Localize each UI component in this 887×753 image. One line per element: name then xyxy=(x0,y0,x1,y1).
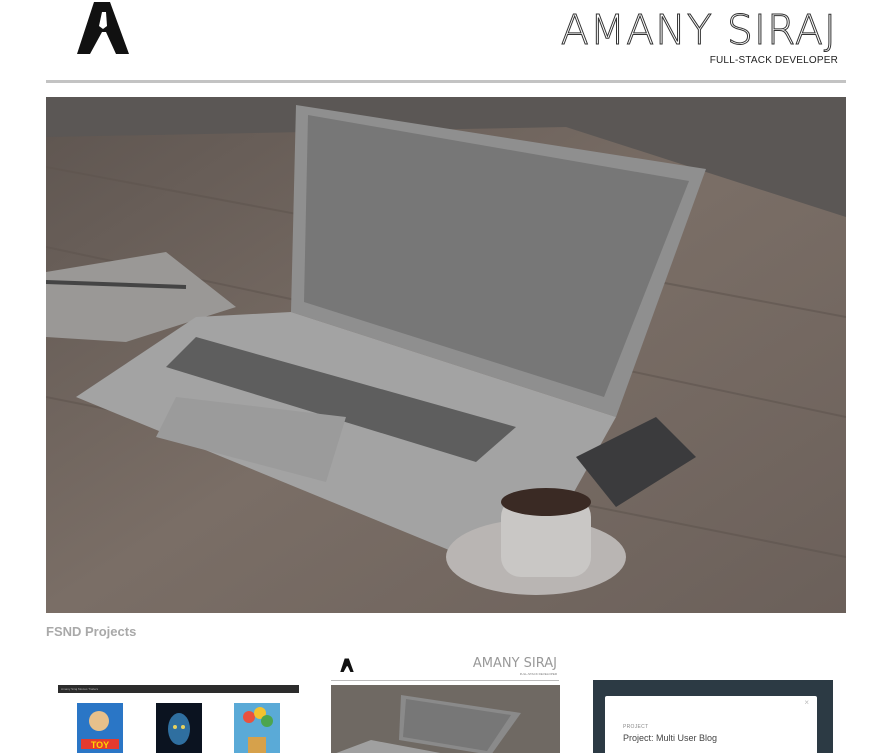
project-card-portfolio[interactable]: AMANY SIRAJ FULL-STACK DEVELOPER xyxy=(330,652,560,753)
logo-icon-small xyxy=(340,658,354,672)
project-card-movies[interactable]: Amany Siraj Movies Trailers TOY xyxy=(58,652,300,753)
site-name: AMANY SIRAJ xyxy=(560,6,837,55)
hero-image xyxy=(46,97,846,613)
portfolio-hero-thumb xyxy=(331,685,560,753)
blog-title: Project: Multi User Blog xyxy=(623,733,718,743)
blog-kicker: PROJECT xyxy=(623,724,649,730)
portfolio-subtitle: FULL-STACK DEVELOPER xyxy=(519,672,557,676)
poster-up[interactable] xyxy=(234,703,280,753)
blog-modal: × PROJECT Project: Multi User Blog xyxy=(605,696,817,753)
poster-avatar[interactable] xyxy=(156,703,202,753)
logo-icon[interactable] xyxy=(72,0,134,58)
portfolio-divider xyxy=(331,680,559,681)
poster-toy-story[interactable]: TOY xyxy=(77,703,123,753)
site-subtitle: FULL-STACK DEVELOPER xyxy=(709,55,838,66)
card-header-text: Amany Siraj Movies Trailers xyxy=(61,687,99,691)
card-header-bar: Amany Siraj Movies Trailers xyxy=(58,685,299,693)
project-card-blog[interactable]: × PROJECT Project: Multi User Blog xyxy=(593,652,834,753)
svg-text:TOY: TOY xyxy=(91,740,109,750)
header-divider xyxy=(46,80,846,83)
portfolio-name: AMANY SIRAJ xyxy=(472,656,557,671)
section-title: FSND Projects xyxy=(46,624,137,639)
close-icon[interactable]: × xyxy=(804,698,809,707)
